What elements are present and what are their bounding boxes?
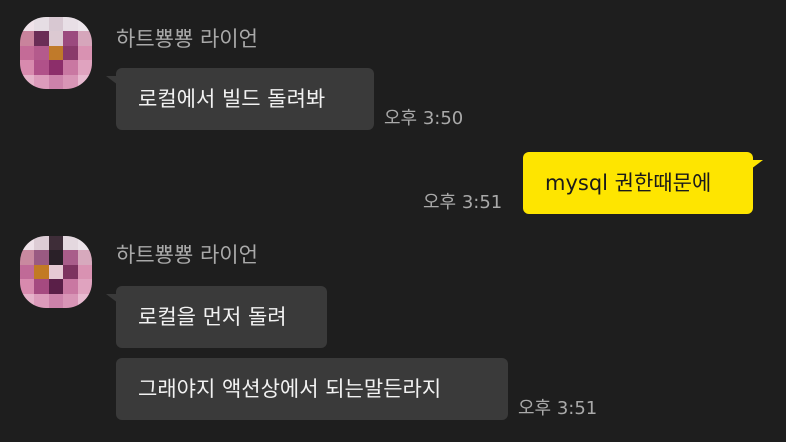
message-bubble[interactable]: 그래야지 액션상에서 되는말든라지: [116, 358, 508, 420]
message-bubble[interactable]: 로컬에서 빌드 돌려봐: [106, 68, 374, 130]
message-text: 로컬을 먼저 돌려: [138, 304, 287, 329]
message-text: mysql 권한때문에: [545, 170, 712, 195]
message-time: 오후 3:51: [518, 398, 598, 419]
sender-avatar[interactable]: [20, 236, 92, 308]
message-time: 오후 3:50: [384, 108, 464, 129]
message-bubble[interactable]: 로컬을 먼저 돌려: [106, 286, 327, 348]
message-time: 오후 3:51: [423, 192, 503, 213]
message-text: 그래야지 액션상에서 되는말든라지: [138, 376, 442, 401]
sender-name: 하트뿅뿅 라이언: [116, 27, 258, 51]
sender-name: 하트뿅뿅 라이언: [116, 243, 258, 267]
message-text: 로컬에서 빌드 돌려봐: [138, 86, 326, 111]
sender-avatar[interactable]: [20, 17, 92, 89]
my-message-bubble[interactable]: mysql 권한때문에: [523, 152, 763, 214]
